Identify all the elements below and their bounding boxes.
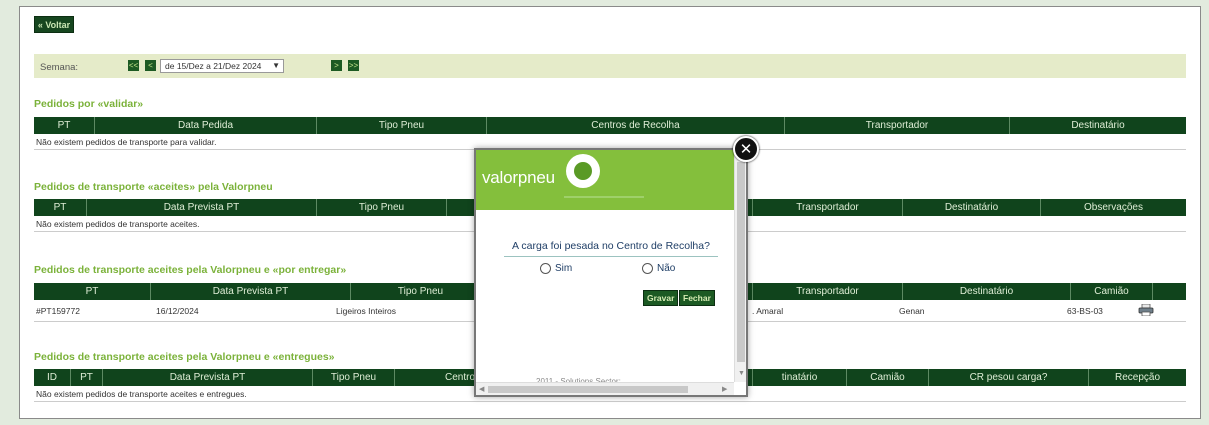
col-header: Recepção bbox=[1088, 369, 1186, 386]
col-header: Camião bbox=[1070, 283, 1152, 300]
brand-logo: valorpneu bbox=[482, 168, 555, 187]
last-week-button[interactable]: >> bbox=[348, 60, 359, 71]
back-button[interactable]: « Voltar bbox=[34, 16, 74, 33]
col-header: tinatário bbox=[752, 369, 846, 386]
scrollbar-thumb[interactable] bbox=[488, 386, 688, 393]
col-header: Transportador bbox=[752, 283, 902, 300]
cell-camiao: 63-BS-03 bbox=[1067, 306, 1103, 316]
col-header: Tipo Pneu bbox=[316, 199, 446, 216]
col-header: Tipo Pneu bbox=[350, 283, 490, 300]
section-title-entregues: Pedidos de transporte aceites pela Valor… bbox=[34, 351, 335, 363]
save-button[interactable]: Gravar bbox=[643, 290, 679, 306]
chevron-down-icon: ▼ bbox=[272, 61, 280, 70]
scroll-right-icon[interactable]: ▶ bbox=[722, 385, 727, 393]
col-header: Data Prevista PT bbox=[86, 199, 316, 216]
print-icon[interactable] bbox=[1138, 304, 1154, 316]
col-header bbox=[1152, 283, 1186, 300]
section-title-validar: Pedidos por «validar» bbox=[34, 98, 144, 110]
prev-week-button[interactable]: < bbox=[145, 60, 156, 71]
logo-icon bbox=[566, 154, 600, 188]
table-header-validar: PT Data Pedida Tipo Pneu Centros de Reco… bbox=[34, 117, 1186, 134]
section-title-aceites: Pedidos de transporte «aceites» pela Val… bbox=[34, 181, 273, 193]
scroll-left-icon[interactable]: ◀ bbox=[479, 385, 484, 393]
horizontal-scrollbar[interactable]: ◀ ▶ bbox=[476, 382, 734, 395]
section-title-por-entregar: Pedidos de transporte aceites pela Valor… bbox=[34, 264, 347, 276]
col-header: Centros de Recolha bbox=[486, 117, 784, 134]
col-header: Tipo Pneu bbox=[312, 369, 394, 386]
scroll-down-icon[interactable]: ▼ bbox=[738, 370, 745, 377]
col-header: PT bbox=[53, 202, 67, 213]
week-selector-bar: Semana: << < de 15/Dez a 21/Dez 2024 ▼ >… bbox=[34, 54, 1186, 78]
col-header: Observações bbox=[1040, 199, 1186, 216]
col-header: PT bbox=[57, 120, 71, 131]
col-header: CR pesou carga? bbox=[928, 369, 1088, 386]
week-label: Semana: bbox=[40, 62, 79, 73]
col-header: Data Prevista PT bbox=[102, 369, 312, 386]
col-header: Data Pedida bbox=[94, 117, 316, 134]
radio-button[interactable] bbox=[642, 263, 653, 274]
week-select-value: de 15/Dez a 21/Dez 2024 bbox=[165, 61, 262, 71]
dialog-question: A carga foi pesada no Centro de Recolha? bbox=[512, 240, 710, 252]
scrollbar-thumb[interactable] bbox=[737, 162, 745, 362]
col-header: Data Prevista PT bbox=[150, 283, 350, 300]
col-header: Destinatário bbox=[902, 283, 1070, 300]
col-header: Transportador bbox=[752, 199, 902, 216]
col-header: PT bbox=[70, 369, 102, 386]
radio-button[interactable] bbox=[540, 263, 551, 274]
week-select[interactable]: de 15/Dez a 21/Dez 2024 ▼ bbox=[160, 59, 284, 73]
col-header: PT bbox=[85, 286, 99, 297]
confirm-weight-dialog: valorpneu A carga foi pesada no Centro d… bbox=[474, 148, 748, 397]
next-week-button[interactable]: > bbox=[331, 60, 342, 71]
logo-tagline bbox=[564, 196, 644, 198]
col-header: Camião bbox=[846, 369, 928, 386]
cell-transportador: . Amaral bbox=[752, 306, 784, 316]
cell-pt: #PT159772 bbox=[36, 306, 80, 316]
close-icon[interactable]: ✕ bbox=[733, 136, 759, 162]
col-header: Destinatário bbox=[1009, 117, 1186, 134]
dialog-header: valorpneu bbox=[476, 150, 746, 210]
col-header: ID bbox=[47, 372, 57, 383]
cell-data: 16/12/2024 bbox=[156, 306, 199, 316]
vertical-scrollbar[interactable]: ▲ ▼ bbox=[734, 150, 746, 382]
col-header: Destinatário bbox=[902, 199, 1040, 216]
col-header: Tipo Pneu bbox=[316, 117, 486, 134]
col-header: Transportador bbox=[784, 117, 1009, 134]
radio-sim[interactable]: Sim bbox=[540, 263, 572, 274]
divider bbox=[504, 256, 718, 257]
cell-tipo: Ligeiros Inteiros bbox=[336, 306, 397, 316]
first-week-button[interactable]: << bbox=[128, 60, 139, 71]
radio-label: Sim bbox=[555, 263, 573, 274]
cell-destinatario: Genan bbox=[899, 306, 925, 316]
close-button[interactable]: Fechar bbox=[679, 290, 715, 306]
radio-label: Não bbox=[657, 263, 676, 274]
radio-nao[interactable]: Não bbox=[642, 263, 675, 274]
